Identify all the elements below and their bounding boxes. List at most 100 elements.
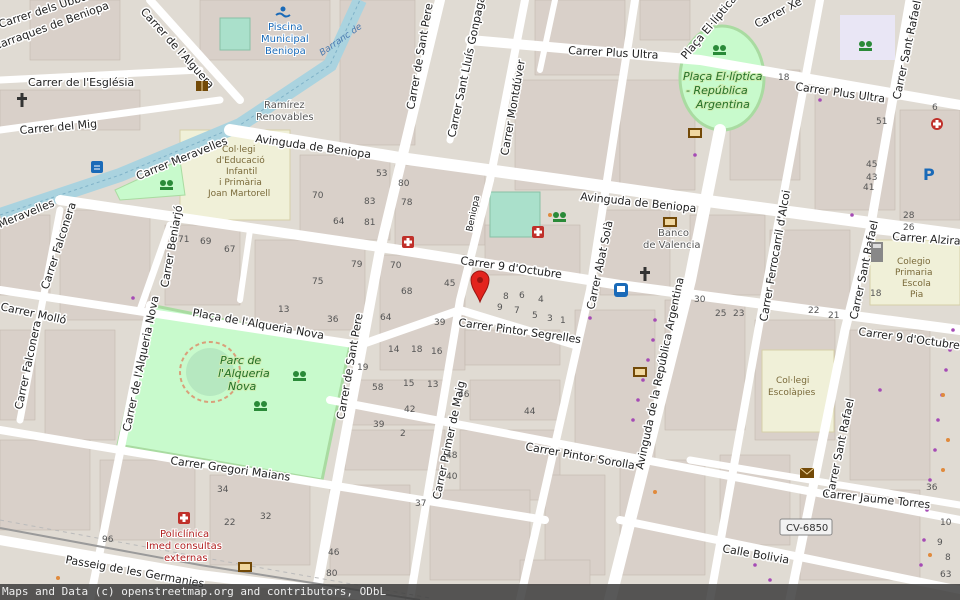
house-number: 68	[401, 287, 413, 297]
house-number: 3	[547, 314, 553, 324]
label-colegio-pia-4: Pia	[910, 290, 923, 300]
label-placa-el-2: - República	[686, 84, 748, 97]
house-number: 30	[694, 295, 706, 305]
house-number: 19	[357, 363, 369, 373]
label-escolapies-1: Col·legi	[776, 376, 809, 386]
house-number: 22	[224, 518, 235, 528]
label-parc-2: l'Alqueria	[218, 367, 270, 380]
label-piscina-3: Beniopa	[265, 46, 306, 57]
house-number: 28	[903, 211, 915, 221]
house-number: 48	[446, 451, 458, 461]
house-number: 13	[278, 305, 289, 315]
road-ref-label: CV-6850	[786, 523, 828, 534]
bank-icon	[663, 217, 677, 227]
house-number: 58	[372, 383, 384, 393]
label-colegio-pia-2: Primaria	[895, 268, 932, 278]
house-number: 23	[733, 309, 744, 319]
label-parc-3: Nova	[228, 380, 256, 393]
house-number: 6	[519, 291, 525, 301]
house-number: 2	[400, 429, 406, 439]
label-carrer-esglesia: Carrer de l'Església	[28, 76, 134, 89]
house-number: 8	[945, 553, 951, 563]
label-parc-1: Parc de	[220, 354, 261, 367]
library-icon	[196, 81, 208, 91]
label-piscina-2: Municipal	[261, 34, 309, 45]
house-number: 83	[364, 197, 375, 207]
house-number: 69	[200, 237, 212, 247]
label-policlinica-3: externas	[164, 553, 208, 564]
house-number: 39	[373, 420, 385, 430]
house-number: 18	[778, 73, 790, 83]
house-number: 7	[514, 306, 520, 316]
label-banco-1: Banco	[658, 228, 689, 239]
bank-icon	[633, 367, 647, 377]
hospital-icon	[532, 226, 544, 238]
house-number: 78	[401, 198, 413, 208]
bank-icon	[688, 128, 702, 138]
house-number: 9	[937, 538, 943, 548]
label-policlinica-1: Policlínica	[160, 528, 209, 540]
parking-icon: P	[923, 165, 935, 184]
school-building-icon	[871, 242, 883, 262]
house-number: 71	[178, 235, 189, 245]
house-number: 18	[870, 289, 882, 299]
label-ramirez-2: Renovables	[256, 112, 314, 123]
pool-building	[219, 17, 251, 51]
label-placa-el-3: Argentina	[695, 98, 750, 111]
house-number: 18	[411, 345, 423, 355]
house-number: 42	[404, 405, 415, 415]
house-number: 5	[532, 311, 538, 321]
house-number: 10	[940, 518, 952, 528]
label-escolapies-2: Escolàpies	[768, 388, 816, 398]
bank-icon	[238, 562, 252, 572]
house-number: 51	[876, 117, 887, 127]
house-number: 4	[538, 295, 544, 305]
house-number: 21	[828, 311, 839, 321]
house-number: 36	[327, 315, 339, 325]
house-number: 80	[326, 569, 338, 579]
house-number: 25	[715, 309, 726, 319]
house-number: 79	[351, 260, 363, 270]
house-number: 15	[403, 379, 414, 389]
house-number: 37	[415, 499, 426, 509]
label-colegio-pia-3: Escola	[902, 279, 931, 289]
house-number: 46	[328, 548, 340, 558]
house-number: 9	[497, 303, 503, 313]
house-number: 70	[312, 191, 324, 201]
map-attribution[interactable]: Maps and Data (c) openstreetmap.org and …	[0, 584, 960, 600]
road-ref-shield: CV-6850	[779, 518, 833, 536]
house-number: 41	[863, 183, 874, 193]
house-number: 32	[260, 512, 271, 522]
house-number: 45	[444, 279, 455, 289]
house-number: 16	[431, 347, 443, 357]
house-number: 67	[224, 245, 235, 255]
label-piscina-1: Piscina	[268, 22, 303, 33]
bus-stop-icon	[614, 283, 628, 297]
label-policlinica-2: Imed consultas	[146, 541, 222, 552]
house-number: 22	[808, 306, 819, 316]
house-number: 14	[388, 345, 400, 355]
house-number: 64	[380, 313, 392, 323]
label-colegi-1: Col·legi	[222, 145, 255, 155]
house-number: 80	[398, 179, 410, 189]
park-small-east	[840, 15, 895, 60]
label-colegi-2: d'Educació	[216, 155, 265, 166]
pharmacy-icon	[931, 118, 943, 130]
bus-station-icon	[91, 161, 103, 173]
house-number: 96	[102, 535, 114, 545]
map-canvas[interactable]: Carrer dels Ubba Carraques de Beniopa Ca…	[0, 0, 960, 600]
label-ramirez-1: Ramírez	[264, 99, 305, 111]
house-number: 39	[434, 318, 446, 328]
hospital-icon	[402, 236, 414, 248]
house-number: 63	[940, 570, 951, 580]
label-colegi-5: Joan Martorell	[207, 189, 270, 199]
house-number: 36	[926, 483, 938, 493]
house-number: 44	[524, 407, 536, 417]
house-number: 53	[376, 169, 387, 179]
house-number: 6	[932, 103, 938, 113]
house-number: 70	[390, 261, 402, 271]
post-office-icon	[799, 467, 815, 478]
house-number: 64	[333, 217, 345, 227]
house-number: 75	[312, 277, 323, 287]
hospital-icon	[178, 512, 190, 524]
